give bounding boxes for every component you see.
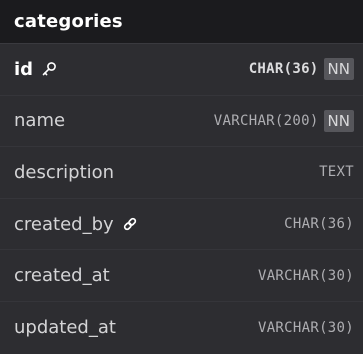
column-type: VARCHAR(30) [257, 319, 354, 336]
link-icon [121, 215, 139, 233]
column-row-updated-at[interactable]: updated_at VARCHAR(30) [0, 302, 363, 354]
column-type: VARCHAR(200) [213, 112, 319, 129]
table-header[interactable]: categories [0, 0, 363, 44]
column-row-created-by[interactable]: created_by CHAR(36) [0, 199, 363, 251]
table-title: categories [14, 11, 123, 32]
column-name: description [14, 161, 115, 183]
column-row-name[interactable]: name VARCHAR(200) NN [0, 96, 363, 148]
not-null-badge: NN [323, 109, 354, 132]
key-icon [40, 60, 58, 78]
not-null-badge: NN [323, 58, 354, 81]
column-type: TEXT [319, 164, 354, 181]
column-row-created-at[interactable]: created_at VARCHAR(30) [0, 250, 363, 302]
column-type: CHAR(36) [248, 61, 319, 78]
column-name: updated_at [14, 317, 116, 339]
column-type: CHAR(36) [284, 216, 354, 233]
column-name: id [14, 58, 34, 80]
table-node-categories[interactable]: categories id CHAR(36) NN name VARCHAR(2… [0, 0, 363, 354]
column-name: created_by [14, 213, 114, 235]
column-row-description[interactable]: description TEXT [0, 147, 363, 199]
column-row-id[interactable]: id CHAR(36) NN [0, 44, 363, 96]
column-type: VARCHAR(30) [257, 267, 354, 284]
column-name: name [14, 110, 66, 132]
column-name: created_at [14, 265, 110, 287]
